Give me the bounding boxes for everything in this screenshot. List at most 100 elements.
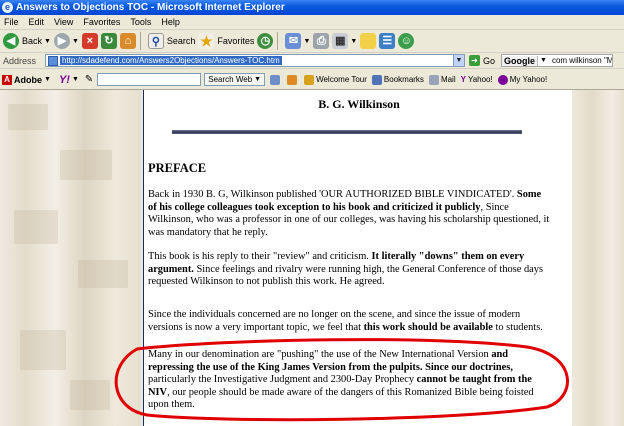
window-title: Answers to Objections TOC - Microsoft In… [16, 2, 285, 13]
menu-file[interactable]: File [0, 17, 25, 27]
stop-button[interactable]: × [81, 33, 98, 49]
search-web-label: Search Web [208, 75, 253, 84]
yahoo-label: Yahoo! [467, 75, 493, 84]
edit-button[interactable]: ▦ ▼ [332, 33, 357, 49]
star-icon: ★ [198, 33, 215, 49]
paragraph-2: This book is his reply to their "review"… [148, 251, 552, 289]
search-icon: ⚲ [147, 33, 164, 49]
standard-toolbar: ◀ Back ▼ ▶ ▼ × ↻ ⌂ ⚲ Search ★ Favorites … [0, 30, 624, 53]
forward-arrow-icon: ▶ [53, 33, 70, 49]
menu-view[interactable]: View [50, 17, 79, 27]
discuss-icon [360, 33, 377, 49]
welcome-tour-label: Welcome Tour [316, 75, 367, 84]
go-arrow-icon: ➜ [469, 55, 480, 66]
menu-bar: File Edit View Favorites Tools Help [0, 15, 624, 30]
back-arrow-icon: ◀ [3, 33, 19, 49]
mail-button[interactable]: ✉ ▼ [285, 33, 310, 49]
address-url: http://sdadefend.com/Answers2Objections/… [60, 56, 282, 65]
text-span: Many in our denomination are "pushing" t… [148, 349, 492, 360]
favorites-button[interactable]: ★ Favorites [198, 33, 254, 49]
title-bar: e Answers to Objections TOC - Microsoft … [0, 0, 624, 15]
search-web-button[interactable]: Search Web ▼ [204, 73, 266, 86]
stop-icon: × [81, 33, 98, 49]
adobe-button[interactable]: A Adobe ▼ [2, 74, 51, 85]
search-label: Search [166, 36, 196, 46]
home-icon: ⌂ [119, 33, 136, 49]
messenger-button[interactable]: ☺ [398, 33, 415, 49]
paragraph-4: Many in our denomination are "pushing" t… [148, 349, 552, 412]
stone-texture [20, 330, 66, 370]
adobe-icon: A [2, 74, 12, 85]
print-button[interactable]: ⎙ [313, 33, 330, 49]
page-icon [48, 56, 58, 66]
print-icon: ⎙ [313, 33, 330, 49]
chevron-down-icon: ▼ [44, 37, 51, 45]
google-search-box[interactable]: Google ▼ com wilkinson "Many [501, 54, 614, 67]
yahoo-small-icon: Y [460, 75, 466, 84]
welcome-tour-link[interactable]: Welcome Tour [304, 74, 367, 85]
chevron-down-icon: ▼ [303, 37, 311, 45]
my-yahoo-label: My Yahoo! [509, 75, 548, 84]
page-viewport[interactable]: B. G. Wilkinson PREFACE Back in 1930 B. … [0, 90, 624, 426]
chevron-down-icon: ▼ [44, 76, 51, 83]
text-span: particularly the Investigative Judgment … [148, 374, 417, 385]
pencil-icon[interactable]: ✎ [85, 74, 93, 85]
google-query: com wilkinson "Many [551, 56, 613, 65]
go-button[interactable]: ➜ Go [469, 55, 495, 66]
home-button[interactable]: ⌂ [119, 33, 136, 49]
mail-link[interactable]: Mail [428, 74, 456, 85]
yahoo-search-input[interactable] [97, 73, 202, 86]
address-label: Address [3, 55, 37, 66]
menu-favorites[interactable]: Favorites [79, 17, 126, 27]
stone-texture [70, 380, 110, 410]
chevron-down-icon: ▼ [350, 37, 358, 45]
horizontal-rule [172, 130, 522, 134]
links-toolbar: A Adobe ▼ Y! ▼ ✎ Search Web ▼ Welcome To… [0, 70, 624, 90]
welcome-tour-icon [304, 74, 315, 85]
address-input[interactable]: http://sdadefend.com/Answers2Objections/… [45, 54, 465, 67]
go-label: Go [483, 55, 496, 66]
history-icon: ◷ [257, 33, 274, 49]
text-span: This book is his reply to their "review"… [148, 251, 372, 262]
edit-page-icon: ▦ [332, 33, 349, 49]
address-bar: Address http://sdadefend.com/Answers2Obj… [0, 53, 624, 69]
chevron-down-icon: ▼ [540, 57, 547, 64]
discuss-button[interactable] [360, 33, 377, 49]
ie-logo-icon: e [2, 2, 13, 13]
forward-button[interactable]: ▶ ▼ [53, 33, 79, 49]
adobe-label: Adobe [14, 74, 42, 85]
paragraph-3: Since the individuals concerned are no l… [148, 309, 552, 334]
my-yahoo-link[interactable]: My Yahoo! [497, 74, 548, 85]
yahoo-link[interactable]: Y Yahoo! [461, 75, 493, 84]
back-label: Back [22, 36, 43, 46]
options-icon [270, 74, 281, 85]
menu-help[interactable]: Help [157, 17, 186, 27]
text-span: Since feelings and rivalry were running … [148, 263, 544, 288]
stone-texture [14, 210, 58, 244]
messenger-icon: ☺ [398, 33, 415, 49]
bookmarks-link[interactable]: Bookmarks [371, 74, 424, 85]
toolbar-options-button[interactable] [270, 74, 282, 85]
menu-tools[interactable]: Tools [126, 17, 157, 27]
toolbar-separator [277, 32, 279, 50]
chevron-down-icon[interactable]: ▼ [453, 55, 464, 66]
document-page: B. G. Wilkinson PREFACE Back in 1930 B. … [143, 90, 573, 426]
yahoo-extra-button[interactable] [287, 74, 299, 85]
research-icon: ☰ [379, 33, 396, 49]
text-span: , our people should be made aware of the… [148, 386, 534, 411]
mail-icon: ✉ [285, 33, 302, 49]
bold-span: this work should be available [363, 321, 493, 333]
text-span: Back in 1930 B. G, Wilkinson published '… [148, 189, 515, 200]
preface-heading: PREFACE [148, 161, 207, 175]
search-button[interactable]: ⚲ Search [147, 33, 196, 49]
plus-icon [287, 74, 298, 85]
my-yahoo-icon [497, 74, 508, 85]
bookmarks-icon [371, 74, 382, 85]
refresh-button[interactable]: ↻ [100, 33, 117, 49]
author-heading: B. G. Wilkinson [318, 97, 400, 111]
history-button[interactable]: ◷ [257, 33, 274, 49]
back-button[interactable]: ◀ Back ▼ [3, 33, 51, 49]
yahoo-logo[interactable]: Y! [59, 74, 70, 86]
menu-edit[interactable]: Edit [25, 17, 51, 27]
research-button[interactable]: ☰ [379, 33, 396, 49]
